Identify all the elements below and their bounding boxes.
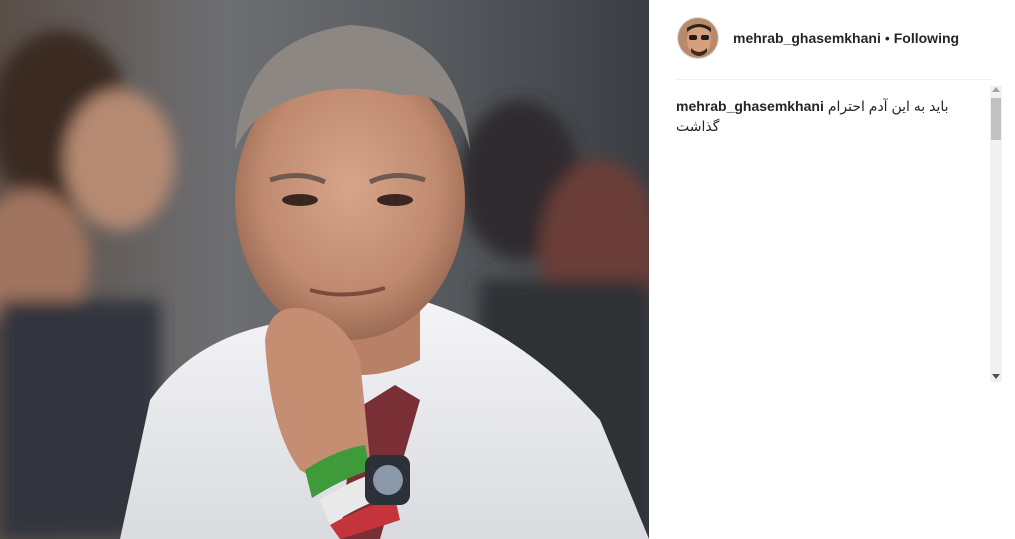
post-side-panel: mehrab_ghasemkhani • Following mehrab_ghas… [649,0,1015,539]
comments-area[interactable]: mehrab_ghasemkhani باید به این آدم احترام… [676,86,1002,382]
post-header: mehrab_ghasemkhani • Following [677,16,1007,60]
username-link[interactable]: mehrab_ghasemkhani [733,30,881,46]
divider [676,79,992,80]
scroll-down-icon[interactable] [992,374,1000,379]
comments-scrollbar[interactable] [990,86,1002,382]
avatar[interactable] [677,17,719,59]
comment-username[interactable]: mehrab_ghasemkhani [676,98,824,114]
comment-item: mehrab_ghasemkhani باید به این آدم احترام… [676,86,1002,136]
separator-dot: • [884,30,890,46]
following-button[interactable]: Following [894,30,959,46]
post-photo[interactable] [0,0,649,539]
scroll-thumb[interactable] [991,98,1001,140]
scroll-up-icon[interactable] [992,87,1000,92]
header-text: mehrab_ghasemkhani • Following [733,30,959,46]
post-image [0,0,649,539]
